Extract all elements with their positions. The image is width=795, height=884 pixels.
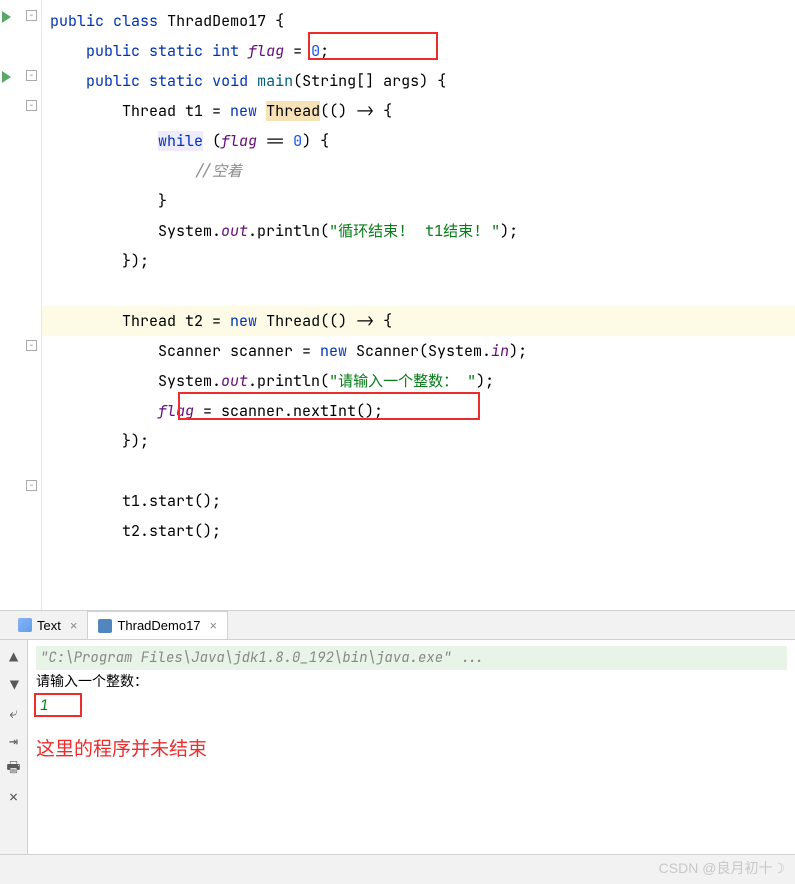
end: );: [476, 371, 494, 391]
string: "请输入一个整数： ": [329, 371, 476, 391]
keyword: new: [230, 101, 257, 121]
tab-thraddemo17[interactable]: ThradDemo17 ×: [87, 611, 228, 639]
fold-icon[interactable]: −: [26, 480, 37, 491]
clear-icon[interactable]: ✕: [2, 785, 26, 809]
console-prompt: 请输入一个整数：: [36, 670, 787, 694]
annotation-text: 这里的程序并未结束: [36, 738, 787, 762]
keyword: static: [149, 71, 203, 91]
call: .println(: [248, 221, 329, 241]
field: flag: [221, 131, 257, 151]
type: Thread: [122, 101, 176, 121]
op: =: [284, 41, 311, 61]
sys: System.: [158, 371, 221, 391]
console-user-input: 1: [36, 694, 60, 718]
field: flag: [248, 41, 284, 61]
end: });: [122, 431, 149, 451]
class-ref: Thread: [266, 311, 320, 331]
out: out: [221, 221, 248, 241]
fold-icon[interactable]: −: [26, 340, 37, 351]
comment: //空着: [194, 161, 242, 181]
close-icon[interactable]: ×: [70, 618, 78, 633]
end: );: [509, 341, 527, 361]
run-icon[interactable]: [2, 71, 11, 83]
number: 0: [311, 41, 320, 61]
op: ==: [257, 131, 293, 151]
fold-icon[interactable]: −: [26, 70, 37, 81]
type: Thread: [122, 311, 176, 331]
console: ▶ ▶ ⤶ ⇥ 🖶 ✕ "C:\Program Files\Java\jdk1.…: [0, 640, 795, 854]
field: flag: [158, 401, 194, 421]
param: args: [383, 71, 419, 91]
type: String: [302, 71, 356, 91]
stmt: t2.start();: [122, 521, 221, 541]
keyword: while: [158, 131, 203, 151]
code-content[interactable]: public class ThradDemo17 { public static…: [42, 0, 795, 610]
run-tabs: Text × ThradDemo17 ×: [0, 610, 795, 640]
close-icon[interactable]: ×: [210, 618, 218, 633]
class-ref: Thread: [266, 101, 320, 121]
code-editor[interactable]: − − − − − public class ThradDemo17 { pub…: [0, 0, 795, 610]
console-toolbar: ▶ ▶ ⤶ ⇥ 🖶 ✕: [0, 640, 28, 854]
stmt: Scanner scanner =: [158, 341, 320, 361]
tab-label: Text: [37, 618, 61, 633]
number: 0: [293, 131, 302, 151]
class-name: ThradDemo17: [167, 11, 266, 31]
in: in: [491, 341, 509, 361]
out: out: [221, 371, 248, 391]
print-icon[interactable]: 🖶: [2, 757, 26, 781]
run-icon[interactable]: [2, 11, 11, 23]
sys: System.: [158, 221, 221, 241]
keyword: new: [320, 341, 347, 361]
text-file-icon: [18, 618, 32, 632]
console-command: "C:\Program Files\Java\jdk1.8.0_192\bin\…: [36, 646, 787, 670]
java-file-icon: [98, 619, 112, 633]
lambda: (() -> {: [320, 311, 392, 331]
fold-icon[interactable]: −: [26, 100, 37, 111]
keyword: public: [50, 11, 104, 31]
scroll-to-end-icon[interactable]: ⇥: [2, 729, 26, 753]
keyword: public: [86, 71, 140, 91]
keyword: int: [212, 41, 239, 61]
semi: ;: [320, 41, 329, 61]
call: Scanner(System.: [347, 341, 491, 361]
up-icon[interactable]: ▶: [2, 645, 26, 669]
down-icon[interactable]: ▶: [2, 673, 26, 697]
keyword: new: [230, 311, 257, 331]
stmt: t1.start();: [122, 491, 221, 511]
keyword: void: [212, 71, 248, 91]
keyword: class: [113, 11, 158, 31]
tab-label: ThradDemo17: [117, 618, 200, 633]
var: t2 =: [176, 311, 230, 331]
soft-wrap-icon[interactable]: ⤶: [2, 701, 26, 725]
lambda: (() -> {: [320, 101, 392, 121]
editor-gutter: − − − − −: [0, 0, 42, 610]
keyword: public: [86, 41, 140, 61]
fold-icon[interactable]: −: [26, 10, 37, 21]
call: .println(: [248, 371, 329, 391]
keyword: static: [149, 41, 203, 61]
console-output[interactable]: "C:\Program Files\Java\jdk1.8.0_192\bin\…: [28, 640, 795, 854]
var: t1 =: [176, 101, 230, 121]
string: "循环结束! t1结束! ": [329, 221, 500, 241]
tab-text[interactable]: Text ×: [8, 611, 87, 639]
end: );: [500, 221, 518, 241]
stmt: = scanner.nextInt();: [194, 401, 383, 421]
watermark: CSDN @良月初十☽: [659, 858, 785, 878]
method: main: [257, 71, 293, 91]
